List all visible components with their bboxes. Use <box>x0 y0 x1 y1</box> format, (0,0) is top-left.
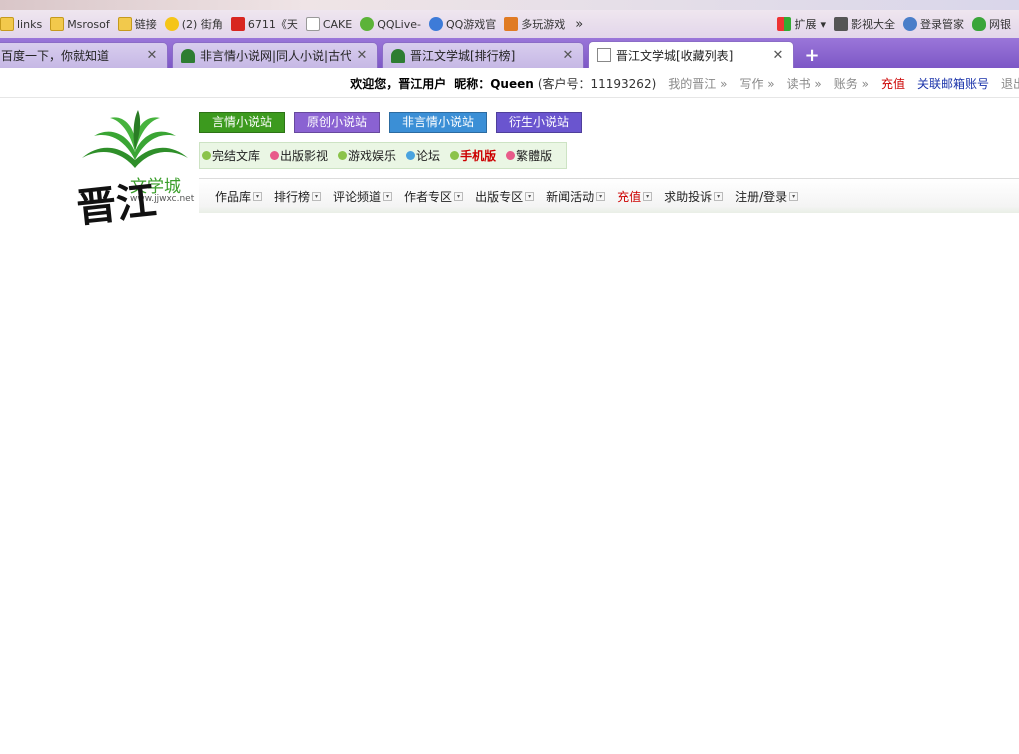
dot-icon <box>338 151 348 160</box>
extensions-button[interactable]: 扩展 ▾ <box>777 13 826 35</box>
welcome-text: 欢迎您，晋江用户 <box>350 77 447 91</box>
nav-ranking[interactable]: 排行榜 ▾ <box>274 188 322 205</box>
recharge-link[interactable]: 充值 <box>881 75 905 92</box>
nav-publishing-zone[interactable]: 出版专区 ▾ <box>475 188 535 205</box>
netbank-button[interactable]: 网银 <box>972 13 1011 35</box>
page-icon <box>305 17 320 31</box>
link-email-link[interactable]: 关联邮箱账号 <box>917 75 989 92</box>
new-tab-button[interactable]: + <box>802 46 822 66</box>
chevron-down-icon: ▾ <box>820 17 826 31</box>
chevron-down-icon: ▾ <box>383 191 393 201</box>
tab-baidu[interactable]: 百度一下，你就知道 ✕ <box>0 42 168 68</box>
tab-bar: 百度一下，你就知道 ✕ 非言情小说网|同人小说|古代 ✕ 晋江文学城[排行榜] … <box>0 38 1019 68</box>
dot-icon <box>202 151 211 160</box>
chevron-down-icon: ▾ <box>312 191 322 201</box>
bookmark-jiejiao[interactable]: (2) 街角 <box>164 13 223 35</box>
chevron-down-icon: ▾ <box>643 191 653 201</box>
folder-icon <box>0 17 14 31</box>
nav-help-complaints[interactable]: 求助投诉 ▾ <box>664 188 724 205</box>
bookmark-duowan[interactable]: 多玩游戏 <box>504 13 565 35</box>
login-manager-button[interactable]: 登录管家 <box>903 13 964 35</box>
folder-icon <box>117 17 132 31</box>
bookmark-6711[interactable]: 6711《天 <box>230 13 298 35</box>
main-nav: 作品库 ▾ 排行榜 ▾ 评论频道 ▾ 作者专区 ▾ 出版专区 ▾ 新闻活动 ▾ 充值 ▾ 求助… <box>199 178 1019 213</box>
bookmark-links[interactable]: links <box>0 13 42 35</box>
page-icon <box>597 48 611 62</box>
duowan-icon <box>504 17 519 31</box>
login-icon <box>903 17 917 31</box>
folder-icon <box>50 17 65 31</box>
chevron-down-icon: ▾ <box>714 191 724 201</box>
tab-favorites[interactable]: 晋江文学城[收藏列表] ✕ <box>588 41 794 68</box>
dot-icon <box>406 151 416 160</box>
logout-link[interactable]: 退出 <box>1001 75 1019 92</box>
dot-icon <box>270 151 280 160</box>
close-icon[interactable]: ✕ <box>145 48 159 63</box>
tian-icon <box>230 17 245 31</box>
tab-ranking[interactable]: 晋江文学城[排行榜] ✕ <box>382 42 584 68</box>
close-icon[interactable]: ✕ <box>771 48 785 63</box>
film-icon <box>834 17 848 31</box>
read-link[interactable]: 读书 » <box>787 75 822 92</box>
star-icon <box>164 17 179 31</box>
tree-icon <box>181 48 195 63</box>
qqlive-icon <box>360 17 375 31</box>
chevron-down-icon: ▾ <box>525 191 535 201</box>
film-button[interactable]: 影视大全 <box>834 13 895 35</box>
book-leaves-icon <box>82 110 188 168</box>
romance-site-button[interactable]: 言情小说站 <box>199 112 286 133</box>
nav-register-login[interactable]: 注册/登录 ▾ <box>735 188 799 205</box>
chevron-down-icon: ▾ <box>789 191 799 201</box>
chevron-down-icon: ▾ <box>454 191 464 201</box>
bookmark-cake[interactable]: CAKE <box>305 13 352 35</box>
nav-works[interactable]: 作品库 ▾ <box>215 188 263 205</box>
quicklink-forum[interactable]: 论坛 <box>406 147 440 164</box>
quicklink-games[interactable]: 游戏娱乐 <box>338 147 396 164</box>
site-logo[interactable]: 文学城 www.jjwxc.net 晋江 <box>74 110 194 232</box>
non-romance-site-button[interactable]: 非言情小说站 <box>389 112 488 133</box>
quick-links: 完结文库 出版影视 游戏娱乐 论坛 手机版 繁體版 <box>199 142 567 169</box>
brand-jinjiang: 晋江 <box>74 176 159 233</box>
chevron-down-icon: ▾ <box>253 191 263 201</box>
bookmarks-more-chevron[interactable]: » <box>575 17 583 32</box>
site-buttons: 言情小说站 原创小说站 非言情小说站 衍生小说站 <box>199 112 591 133</box>
close-icon[interactable]: ✕ <box>561 48 575 63</box>
bookmark-msrosof[interactable]: Msrosof <box>50 13 110 35</box>
quicklink-traditional[interactable]: 繁體版 <box>506 147 552 164</box>
original-site-button[interactable]: 原创小说站 <box>294 112 381 133</box>
quicklink-completed-library[interactable]: 完结文库 <box>202 147 260 164</box>
user-bar: 欢迎您，晋江用户 昵称：Queen (客户号：11193262) 我的晋江 » … <box>0 70 1019 98</box>
account-link[interactable]: 账务 » <box>834 75 869 92</box>
tab-feiyanqing[interactable]: 非言情小说网|同人小说|古代 ✕ <box>172 42 378 68</box>
bookmark-qqlive[interactable]: QQLive- <box>360 13 421 35</box>
bookmarks-bar: links Msrosof 链接 (2) 街角 6711《天 CAKE QQLi… <box>0 10 1019 38</box>
nav-news-events[interactable]: 新闻活动 ▾ <box>546 188 606 205</box>
write-link[interactable]: 写作 » <box>739 75 774 92</box>
bookmark-lianjie[interactable]: 链接 <box>117 13 157 35</box>
bookmark-qqgame[interactable]: QQ游戏官 <box>428 13 496 35</box>
derivative-site-button[interactable]: 衍生小说站 <box>496 112 583 133</box>
nickname: 昵称：Queen <box>454 77 534 91</box>
quicklink-publishing[interactable]: 出版影视 <box>270 147 328 164</box>
quicklink-mobile[interactable]: 手机版 <box>450 147 496 164</box>
client-id: (客户号：11193262) <box>537 77 657 91</box>
extension-icon <box>777 17 792 31</box>
close-icon[interactable]: ✕ <box>355 48 369 63</box>
my-jinjiang-link[interactable]: 我的晋江 » <box>668 75 727 92</box>
chevron-down-icon: ▾ <box>596 191 606 201</box>
nav-recharge[interactable]: 充值 ▾ <box>617 188 653 205</box>
dot-icon <box>506 151 516 160</box>
shield-icon <box>972 17 986 31</box>
browser-skin-strip <box>0 0 1019 10</box>
tree-icon <box>391 48 405 63</box>
nav-reviews[interactable]: 评论频道 ▾ <box>333 188 393 205</box>
dot-icon <box>450 151 460 160</box>
nav-author-zone[interactable]: 作者专区 ▾ <box>404 188 464 205</box>
qqgame-icon <box>428 17 443 31</box>
